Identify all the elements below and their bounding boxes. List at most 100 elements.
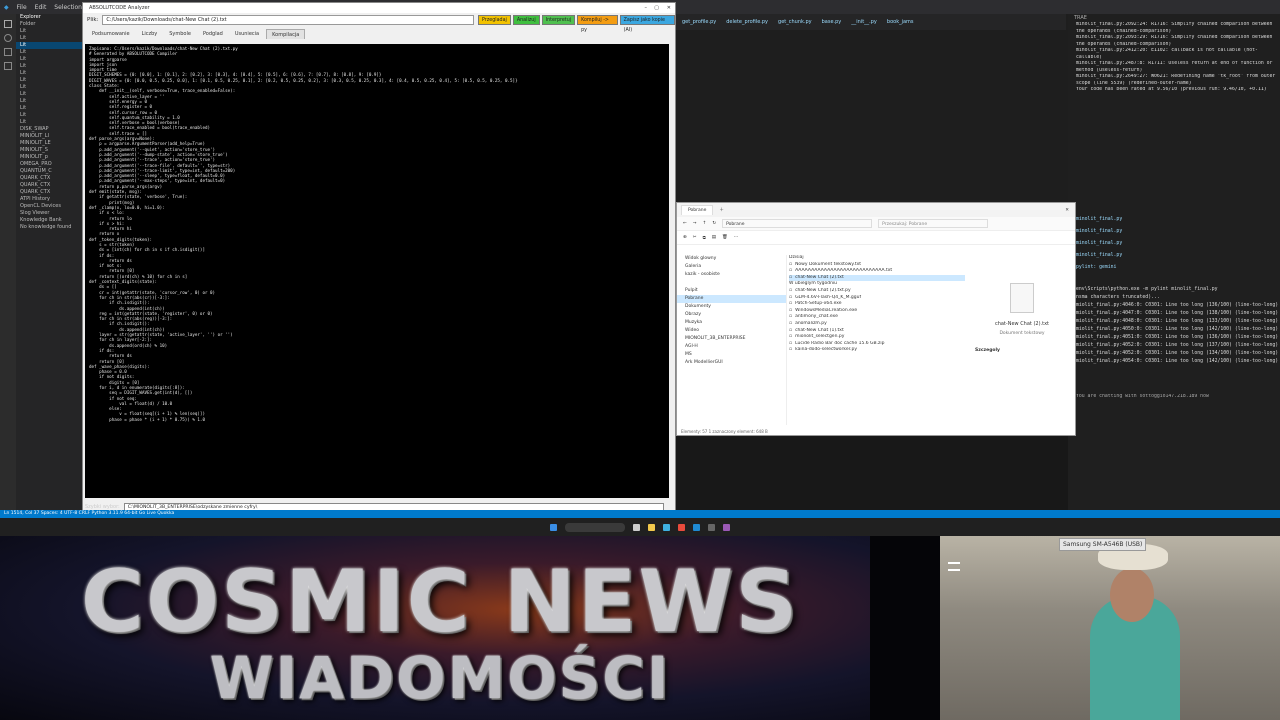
nav-item[interactable]: Pulpit xyxy=(677,287,786,295)
editor-tab[interactable]: get_chunk.py xyxy=(778,19,812,25)
cut-icon[interactable]: ✂ xyxy=(693,235,697,240)
forward-icon[interactable]: → xyxy=(693,221,697,226)
explorer-item[interactable]: Folder xyxy=(16,21,82,28)
file-row[interactable]: ▫ Patch-Setup-x64.exe xyxy=(789,301,965,308)
maximize-icon[interactable]: ▢ xyxy=(654,3,659,13)
nav-item[interactable]: Galeria xyxy=(677,263,786,271)
new-icon[interactable]: ⊕ xyxy=(683,235,687,240)
taskbar-search[interactable] xyxy=(565,522,625,532)
explorer-item[interactable]: QUARK_CTX xyxy=(16,189,82,196)
file-explorer-icon[interactable] xyxy=(648,523,655,531)
nav-item[interactable]: Ark ModellierGUI xyxy=(677,359,786,367)
task-view-icon[interactable] xyxy=(633,523,640,531)
nav-item[interactable]: Wideo xyxy=(677,327,786,335)
source-control-icon[interactable] xyxy=(4,48,12,56)
chrome-icon[interactable] xyxy=(678,523,685,531)
explorer-item[interactable]: MINIOLIT_p xyxy=(16,154,82,161)
explorer-item[interactable]: QUARK_CTX xyxy=(16,175,82,182)
file-row[interactable]: ▫ AAAAAAAAAAAAAAAAAAAAAAAAAAAA.txt xyxy=(789,268,965,275)
analyzer-tab[interactable]: Kompilacja xyxy=(266,29,306,39)
vscode-icon[interactable] xyxy=(693,523,700,531)
editor-tab[interactable]: get_profile.py xyxy=(682,19,716,25)
new-tab-icon[interactable]: ＋ xyxy=(719,207,724,213)
nav-item[interactable]: MIONOLIT_3B_ENTERPRISE xyxy=(677,335,786,343)
analyzer-action-button[interactable]: Przegladaj xyxy=(477,15,511,25)
explorer-item[interactable]: MINIOLIT_S xyxy=(16,147,82,154)
menu-file[interactable]: File xyxy=(17,4,27,11)
address-input[interactable]: Pobrane xyxy=(722,219,873,228)
file-row[interactable]: ▫ chat-New Chat (2).txt xyxy=(789,274,965,282)
changed-file-item[interactable]: minolit_final.py xyxy=(1068,226,1280,238)
explorer-item[interactable]: QUANTUM_C xyxy=(16,168,82,175)
explorer-item[interactable]: QUARK_CTX xyxy=(16,182,82,189)
analyzer-action-button[interactable]: Analizuj xyxy=(512,15,540,25)
explorer-item[interactable]: Lit xyxy=(16,35,82,42)
editor-tab[interactable]: base.py xyxy=(822,19,842,25)
changed-file-item[interactable]: minolit_final.py xyxy=(1068,238,1280,250)
nav-item[interactable]: Muzyka xyxy=(677,319,786,327)
explorer-item[interactable]: Lit xyxy=(16,119,82,126)
analyzer-tab[interactable]: Symbole xyxy=(164,29,196,39)
file-row[interactable]: ▫ Lucide Radio Bar doc cache 15.6 GB.zip xyxy=(789,341,965,348)
file-row[interactable]: ▫ antimony_chat.exe xyxy=(789,314,965,321)
more-icon[interactable]: ⋯ xyxy=(734,235,739,240)
file-path-input[interactable]: C:/Users/kazik/Downloads/chat-New Chat (… xyxy=(102,15,474,25)
hamburger-icon[interactable] xyxy=(948,562,960,571)
changed-file-item[interactable]: pylint: gemini xyxy=(1068,262,1280,274)
explorer-item[interactable]: Lit xyxy=(16,77,82,84)
file-row[interactable]: ▫ chat-New Chat (2).txt.py xyxy=(789,288,965,295)
changed-file-item[interactable]: minolit_final.py xyxy=(1068,214,1280,226)
back-icon[interactable]: ← xyxy=(683,221,687,226)
changed-file-item[interactable]: minolit_final.py xyxy=(1068,250,1280,262)
terminal-icon[interactable] xyxy=(708,523,715,531)
explorer-item[interactable]: Lit xyxy=(16,112,82,119)
nav-item[interactable]: AGI-H xyxy=(677,343,786,351)
menu-edit[interactable]: Edit xyxy=(35,4,47,11)
search-input[interactable]: Przeszukaj: Pobrane xyxy=(878,219,989,228)
explorer-item[interactable]: DISK_SWAP xyxy=(16,126,82,133)
analyzer-tab[interactable]: Podglad xyxy=(198,29,228,39)
compiled-code-view[interactable]: Zapisano: C:/Users/kazik/Downloads/chat-… xyxy=(85,44,669,498)
nav-item[interactable] xyxy=(677,279,786,287)
explorer-item[interactable]: Slog Viewer xyxy=(16,210,82,217)
explorer-tab[interactable]: Pobrane xyxy=(681,205,714,215)
explorer-item[interactable]: Knowledge Bank xyxy=(16,217,82,224)
explorer-item[interactable]: MINIOLIT_LE xyxy=(16,140,82,147)
refresh-icon[interactable]: ↻ xyxy=(712,221,716,226)
explorer-item[interactable]: Lit xyxy=(16,42,82,49)
analyzer-tab[interactable]: Liczby xyxy=(137,29,163,39)
start-icon[interactable] xyxy=(550,523,557,531)
explorer-item[interactable]: OMEGA_PRO xyxy=(16,161,82,168)
paste-icon[interactable]: ▤ xyxy=(712,235,716,240)
explorer-item[interactable]: ATPI History xyxy=(16,196,82,203)
close-icon[interactable]: ✕ xyxy=(1065,208,1069,213)
nav-item[interactable]: Dokumenty xyxy=(677,303,786,311)
explorer-item[interactable]: Lit xyxy=(16,56,82,63)
editor-tab[interactable]: book_jams xyxy=(887,19,914,25)
explorer-item[interactable]: Lit xyxy=(16,28,82,35)
nav-item[interactable]: Widok glowny xyxy=(677,255,786,263)
explorer-item[interactable]: Lit xyxy=(16,70,82,77)
explorer-item[interactable]: MINIOLIT_LI xyxy=(16,133,82,140)
explorer-item[interactable]: Lit xyxy=(16,49,82,56)
nav-item[interactable]: Obrazy xyxy=(677,311,786,319)
nav-item[interactable]: MS xyxy=(677,351,786,359)
delete-icon[interactable]: 🗑 xyxy=(722,235,728,240)
menu-selection[interactable]: Selection xyxy=(54,4,82,11)
analyzer-tab[interactable]: Usuniecia xyxy=(230,29,264,39)
analyzer-action-button[interactable]: Kompiluj -> py xyxy=(577,15,618,33)
explorer-item[interactable]: Lit xyxy=(16,98,82,105)
analyzer-action-button[interactable]: Interpretuj xyxy=(541,15,576,25)
copy-icon[interactable]: ⧉ xyxy=(703,235,706,241)
explorer-item[interactable]: OpenCL Devices xyxy=(16,203,82,210)
explorer-item[interactable]: No knowledge found xyxy=(16,224,82,231)
browser-icon[interactable] xyxy=(663,523,670,531)
editor-tab[interactable]: delete_profile.py xyxy=(726,19,768,25)
analyzer-tab[interactable]: Podsumowanie xyxy=(87,29,135,39)
nav-item[interactable]: Pobrane xyxy=(677,295,786,303)
close-icon[interactable]: ✕ xyxy=(667,3,671,13)
file-row[interactable]: ▫ kaina-dodo-selectworker.py xyxy=(789,347,965,354)
app-icon[interactable] xyxy=(723,523,730,531)
explorer-icon[interactable] xyxy=(4,20,12,28)
file-row[interactable]: ▫ anomalizm.py xyxy=(789,321,965,328)
